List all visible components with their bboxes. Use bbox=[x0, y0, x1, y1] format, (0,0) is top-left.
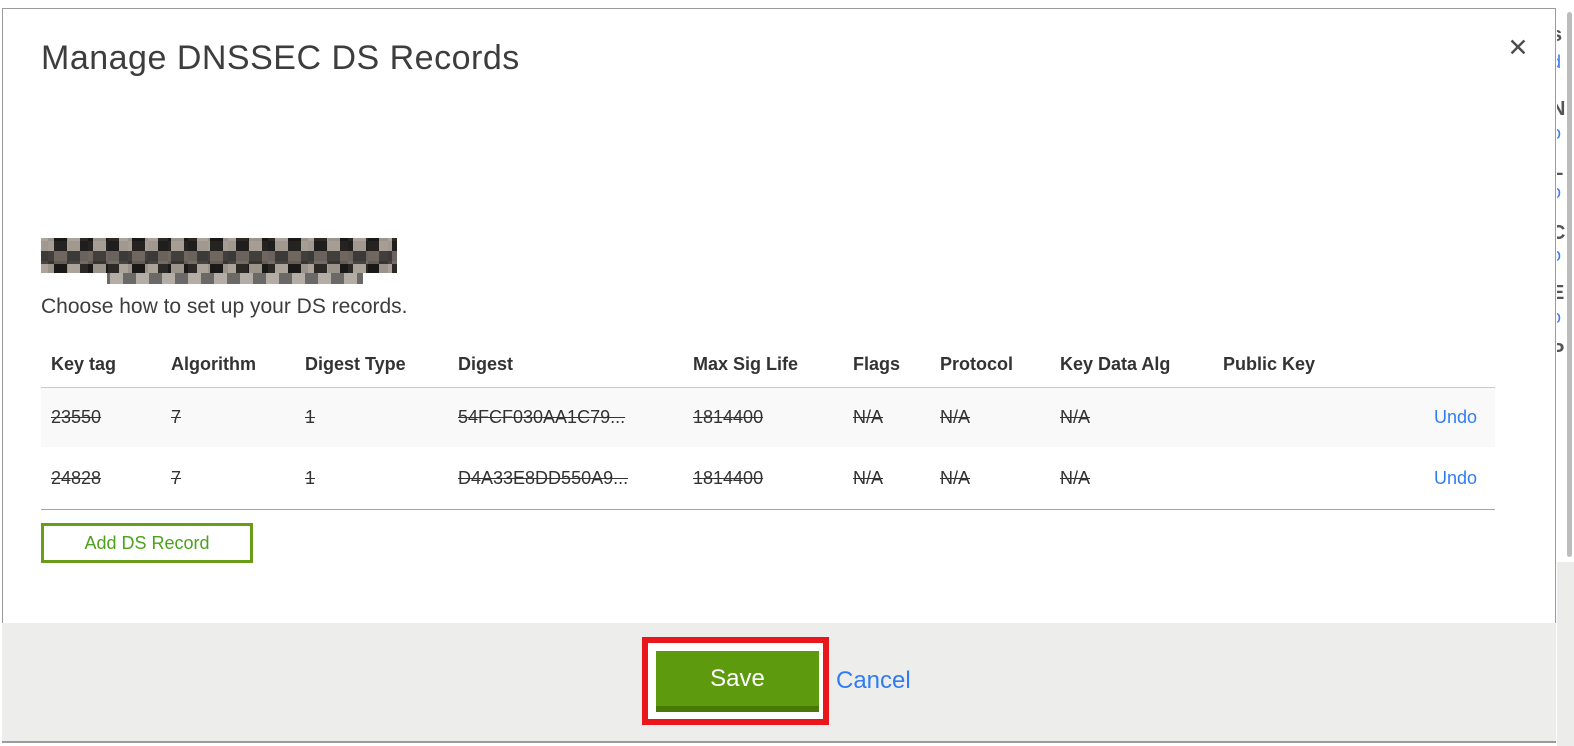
background-text-fragment: L bbox=[1557, 158, 1564, 180]
col-header-public-key: Public Key bbox=[1223, 353, 1316, 374]
cell-protocol: N/A bbox=[940, 407, 971, 427]
background-page-footer-strip bbox=[1557, 562, 1574, 746]
col-header-protocol: Protocol bbox=[940, 353, 1014, 374]
redacted-domain-name-fragment bbox=[107, 273, 363, 284]
modal-footer: Save Cancel bbox=[2, 623, 1556, 742]
background-text-fragment: o bbox=[1557, 307, 1561, 328]
cell-digest-type: 1 bbox=[305, 407, 316, 427]
cell-max-sig-life: 1814400 bbox=[693, 407, 764, 427]
cell-digest: D4A33E8DD550A9... bbox=[458, 467, 629, 488]
cell-key-data-alg: N/A bbox=[1060, 467, 1091, 488]
redacted-domain-name bbox=[41, 238, 397, 273]
cell-algorithm: 7 bbox=[171, 407, 182, 427]
table-header-row: Key tag Algorithm Digest Type Digest Max… bbox=[41, 341, 1495, 387]
cell-key-tag: 24828 bbox=[51, 467, 102, 488]
cell-flags: N/A bbox=[853, 467, 884, 488]
ds-records-table: Key tag Algorithm Digest Type Digest Max… bbox=[41, 341, 1495, 510]
background-text-fragment: d bbox=[1557, 52, 1561, 73]
close-icon[interactable]: ✕ bbox=[1501, 31, 1535, 65]
cell-algorithm: 7 bbox=[171, 467, 182, 488]
background-text-fragment: o bbox=[1557, 245, 1561, 266]
col-header-flags: Flags bbox=[853, 353, 901, 374]
undo-link[interactable]: Undo bbox=[1434, 407, 1477, 427]
add-ds-record-button[interactable]: Add DS Record bbox=[41, 523, 253, 563]
ds-records-instruction: Choose how to set up your DS records. bbox=[41, 295, 408, 318]
background-text-fragment: N bbox=[1557, 98, 1566, 120]
col-header-algorithm: Algorithm bbox=[171, 353, 256, 374]
background-text-fragment: o bbox=[1557, 123, 1561, 144]
col-header-key-data-alg: Key Data Alg bbox=[1060, 353, 1171, 374]
col-header-digest-type: Digest Type bbox=[305, 353, 406, 374]
cancel-link[interactable]: Cancel bbox=[836, 667, 911, 695]
background-text-fragment: C bbox=[1557, 222, 1566, 244]
cell-flags: N/A bbox=[853, 407, 884, 427]
background-text-fragment: o bbox=[1557, 182, 1561, 203]
table-row: 24828 7 1 D4A33E8DD550A9... 1814400 N/A … bbox=[41, 447, 1495, 510]
col-header-digest: Digest bbox=[458, 353, 514, 374]
undo-link[interactable]: Undo bbox=[1434, 468, 1477, 488]
col-header-key-tag: Key tag bbox=[51, 353, 117, 374]
page-title: Manage DNSSEC DS Records bbox=[41, 39, 520, 77]
cell-digest-type: 1 bbox=[305, 467, 316, 488]
save-button[interactable]: Save bbox=[656, 651, 819, 712]
background-text-fragment: P bbox=[1557, 340, 1565, 362]
screen: Manage DNSSEC DS Records ✕ Choose how to… bbox=[0, 0, 1574, 746]
background-text-fragment: s bbox=[1557, 24, 1562, 47]
cell-protocol: N/A bbox=[940, 467, 971, 488]
page-scrollbar[interactable] bbox=[1567, 12, 1572, 557]
cell-max-sig-life: 1814400 bbox=[693, 467, 764, 488]
cell-key-data-alg: N/A bbox=[1060, 407, 1091, 427]
table-row: 23550 7 1 54FCF030AA1C79... 1814400 N/A … bbox=[41, 387, 1495, 447]
col-header-max-sig-life: Max Sig Life bbox=[693, 353, 799, 374]
background-text-fragment: E bbox=[1557, 282, 1565, 304]
cell-digest: 54FCF030AA1C79... bbox=[458, 407, 626, 427]
cell-key-tag: 23550 bbox=[51, 407, 102, 427]
